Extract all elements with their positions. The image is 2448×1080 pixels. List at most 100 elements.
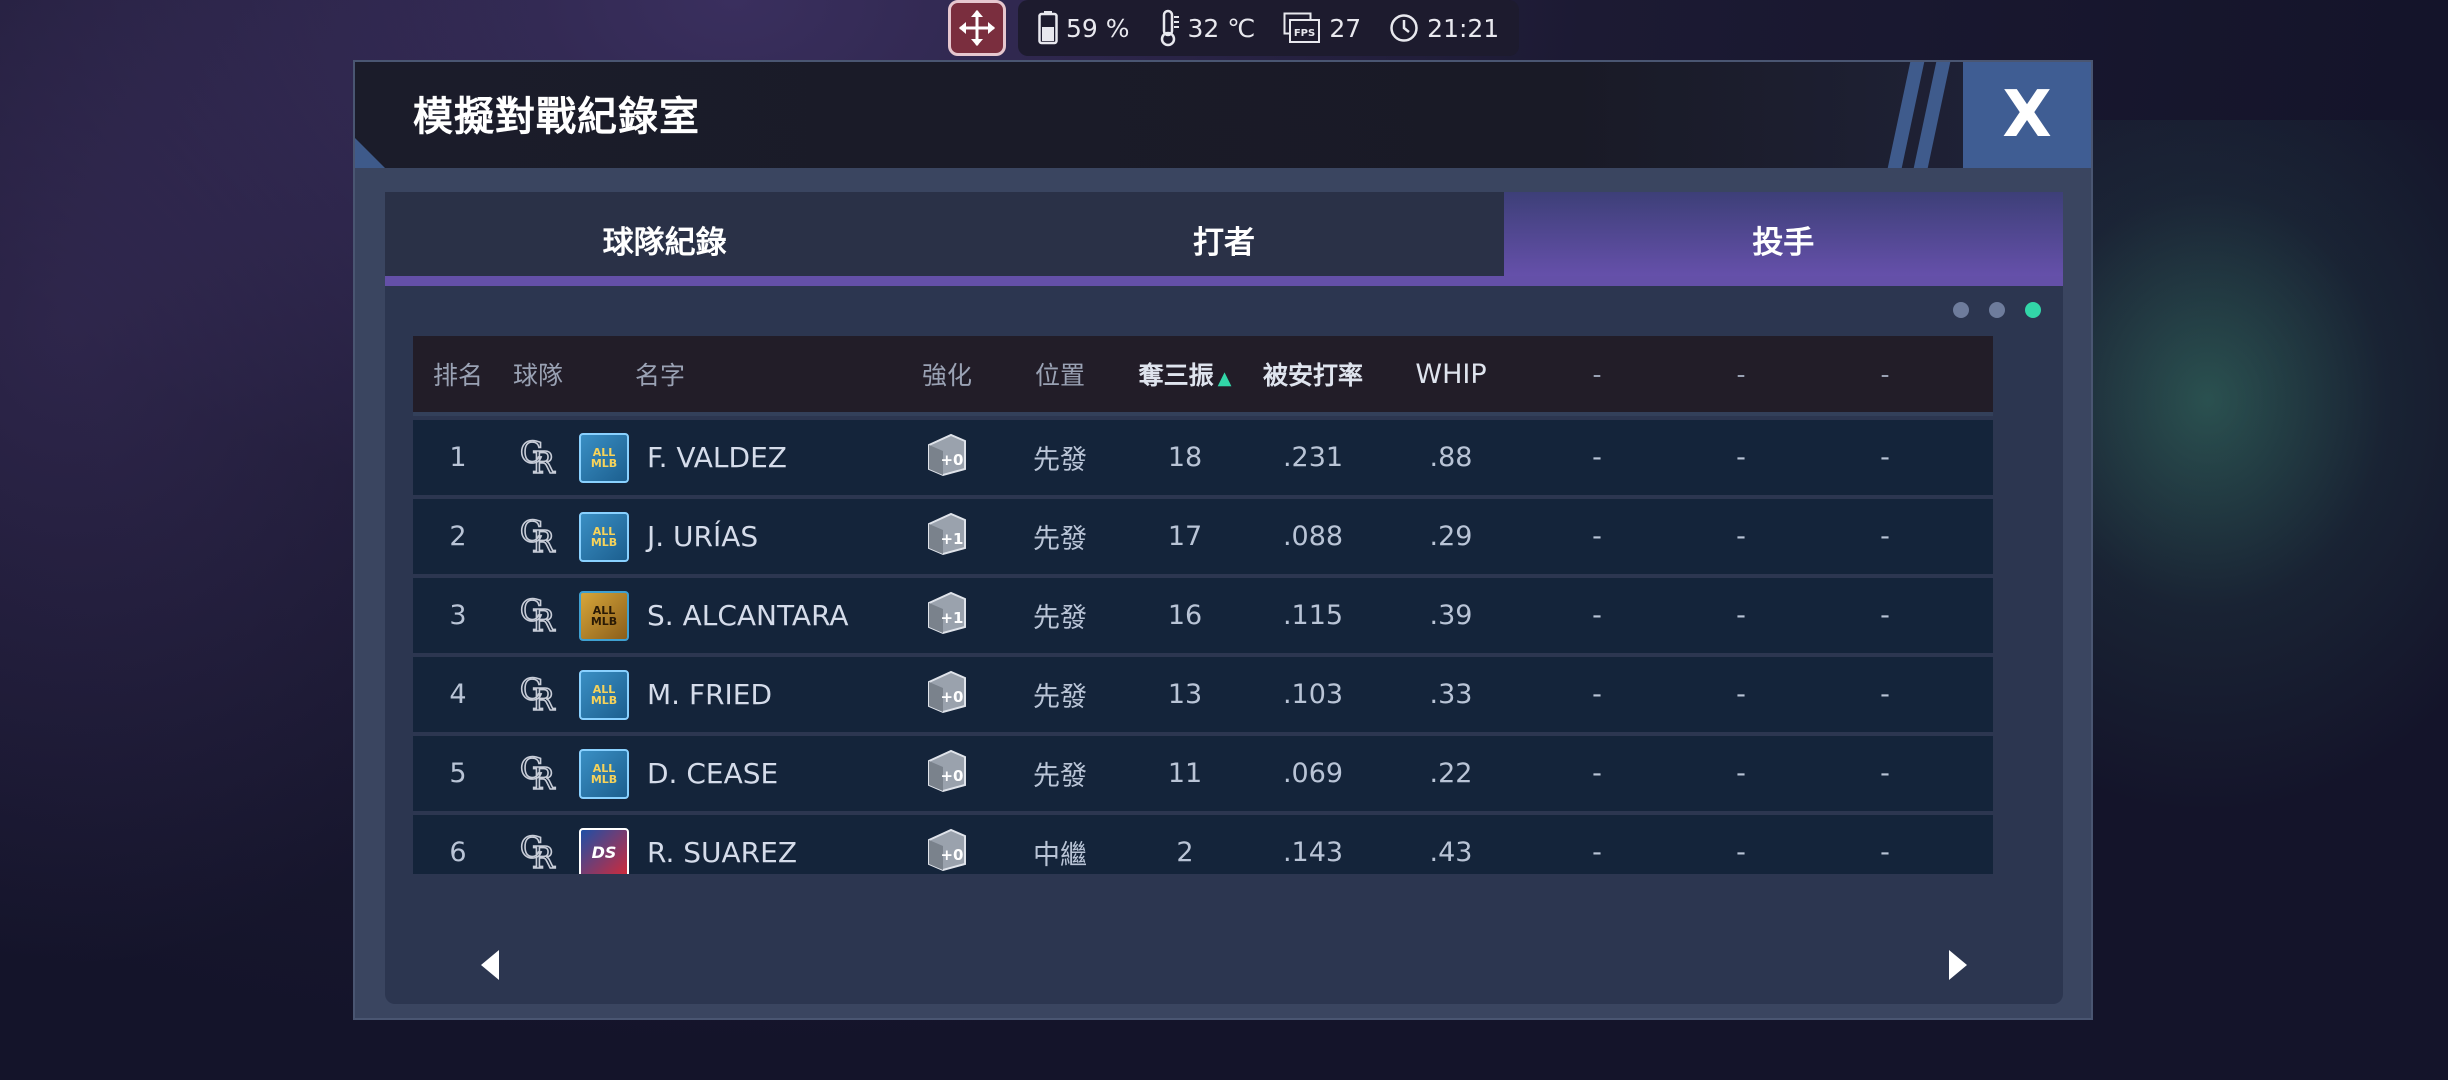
rockies-logo-icon: CR <box>518 510 558 556</box>
player-name[interactable]: R. SUAREZ <box>635 836 895 869</box>
page-dot-active[interactable] <box>2025 302 2041 318</box>
empty-cell: - <box>1592 758 1602 789</box>
team-logo: CR <box>503 668 573 721</box>
empty-cell: - <box>1736 837 1746 868</box>
enhance-cell: +0 <box>895 431 999 484</box>
enhance-level-icon: +0 <box>921 668 973 714</box>
tab-batters[interactable]: 打者 <box>944 192 1504 286</box>
player-name[interactable]: M. FRIED <box>635 678 895 711</box>
header-strikeouts[interactable]: 奪三振 ▲ <box>1121 356 1249 392</box>
header-empty-2: - <box>1736 359 1746 389</box>
header-enhance[interactable]: 強化 <box>895 356 999 392</box>
header-empty-1: - <box>1592 359 1602 389</box>
empty-cell: - <box>1592 442 1602 473</box>
arrow-right-icon <box>1949 950 1967 980</box>
header-batting-avg-against[interactable]: 被安打率 <box>1249 356 1377 392</box>
batting-avg-against-cell: .103 <box>1282 679 1344 710</box>
enhance-level-icon: +1 <box>921 510 973 556</box>
strikeouts-cell: 2 <box>1176 837 1194 868</box>
batting-avg-against-cell: .069 <box>1282 758 1344 789</box>
rank-cell: 3 <box>449 600 467 631</box>
whip-cell: .43 <box>1429 837 1473 868</box>
card-tier-icon: ALL MLB <box>579 433 629 483</box>
player-name[interactable]: J. URÍAS <box>635 520 895 553</box>
svg-text:R: R <box>532 841 556 872</box>
whip-cell: .39 <box>1429 600 1473 631</box>
table-row[interactable]: 6 C R DS R. SUAREZ +0 中繼 2 .143 .43 - - - <box>413 815 1993 874</box>
move-overlay-button[interactable] <box>948 0 1006 56</box>
table-body: 1 C R ALL MLB F. VALDEZ +0 先發 18.231.88- - -2 C R ALL… <box>413 416 1993 874</box>
rank-cell: 6 <box>449 837 467 868</box>
table-header: 排名 球隊 名字 強化 位置 奪三振 ▲ 被安打率 WHIP - - - <box>413 336 1993 416</box>
strikeouts-cell: 17 <box>1167 521 1203 552</box>
enhance-level-text: +0 <box>940 688 963 706</box>
table-row[interactable]: 5 C R ALL MLB D. CEASE +0 先發 11 .069 .22 - - - <box>413 736 1993 811</box>
table-row[interactable]: 2 C R ALL MLB J. URÍAS +1 先發 17 .088 .29 - - - <box>413 499 1993 574</box>
enhance-cell: +0 <box>895 826 999 874</box>
empty-cell: - <box>1880 600 1890 631</box>
enhance-level-icon: +0 <box>921 747 973 793</box>
whip-cell: .22 <box>1429 758 1473 789</box>
whip-cell: .29 <box>1429 521 1473 552</box>
table-row[interactable]: 1 C R ALL MLB F. VALDEZ +0 先發 18 .231 .88 - - - <box>413 420 1993 495</box>
tab-label: 球隊紀錄 <box>602 224 727 261</box>
card-tier-icon: ALL MLB <box>579 670 629 720</box>
empty-cell: - <box>1592 600 1602 631</box>
empty-cell: - <box>1736 521 1746 552</box>
header-rank[interactable]: 排名 <box>413 356 503 392</box>
empty-cell: - <box>1880 521 1890 552</box>
record-room-dialog: 模擬對戰紀錄室 X 球隊紀錄 打者 投手 排名 球隊 名字 強化 位置 奪三振 … <box>353 60 2093 1020</box>
enhance-cell: +1 <box>895 589 999 642</box>
rank-cell: 4 <box>449 679 467 710</box>
fps-icon: FPS <box>1283 12 1321 43</box>
svg-text:R: R <box>532 446 556 477</box>
svg-text:R: R <box>532 762 556 793</box>
empty-cell: - <box>1880 758 1890 789</box>
empty-cell: - <box>1592 521 1602 552</box>
team-logo: CR <box>503 589 573 642</box>
page-indicator <box>1953 302 2041 318</box>
enhance-cell: +0 <box>895 668 999 721</box>
header-name[interactable]: 名字 <box>635 356 895 392</box>
card-tier-icon: ALL MLB <box>579 749 629 799</box>
strikeouts-cell: 16 <box>1167 600 1203 631</box>
player-card-cell: ALL MLB <box>573 748 635 799</box>
batting-avg-against-cell: .088 <box>1282 521 1344 552</box>
position-cell: 中繼 <box>1033 840 1087 871</box>
empty-cell: - <box>1592 837 1602 868</box>
page-dot[interactable] <box>1989 302 2005 318</box>
move-arrows-icon <box>959 10 995 46</box>
rockies-logo-icon: CR <box>518 668 558 714</box>
player-name[interactable]: D. CEASE <box>635 757 895 790</box>
tab-team-records[interactable]: 球隊紀錄 <box>385 192 945 286</box>
player-name[interactable]: F. VALDEZ <box>635 441 895 474</box>
card-tier-icon: DS <box>579 827 629 874</box>
enhance-level-text: +0 <box>940 451 963 469</box>
table-row[interactable]: 3 C R ALL MLB S. ALCANTARA +1 先發 16 .115 .39 - - - <box>413 578 1993 653</box>
prev-page-button[interactable] <box>477 948 503 986</box>
header-so-label: 奪三振 <box>1138 361 1214 390</box>
empty-cell: - <box>1736 600 1746 631</box>
team-logo: CR <box>503 510 573 563</box>
header-team[interactable]: 球隊 <box>503 356 573 392</box>
tab-pitchers[interactable]: 投手 <box>1503 192 2063 286</box>
next-page-button[interactable] <box>1945 948 1971 986</box>
player-card-cell: ALL MLB <box>573 590 635 641</box>
header-position[interactable]: 位置 <box>999 356 1121 392</box>
dialog-title: 模擬對戰紀錄室 <box>413 94 700 140</box>
fps-value: 27 <box>1329 13 1362 43</box>
enhance-level-icon: +0 <box>921 826 973 872</box>
card-tier-icon: ALL MLB <box>579 591 629 641</box>
strikeouts-cell: 18 <box>1167 442 1203 473</box>
table-row[interactable]: 4 C R ALL MLB M. FRIED +0 先發 13 .103 .33 - - - <box>413 657 1993 732</box>
player-name[interactable]: S. ALCANTARA <box>635 599 895 632</box>
header-corner-accent <box>355 138 385 168</box>
position-cell: 先發 <box>1033 682 1087 713</box>
position-cell: 先發 <box>1033 761 1087 792</box>
status-pill: 59 % 32 ℃ FPS 27 21:21 <box>1018 0 1520 56</box>
close-button[interactable]: X <box>1963 62 2091 168</box>
batting-avg-against-cell: .143 <box>1282 837 1344 868</box>
page-dot[interactable] <box>1953 302 1969 318</box>
rockies-logo-icon: CR <box>518 826 558 872</box>
header-whip[interactable]: WHIP <box>1377 359 1525 390</box>
